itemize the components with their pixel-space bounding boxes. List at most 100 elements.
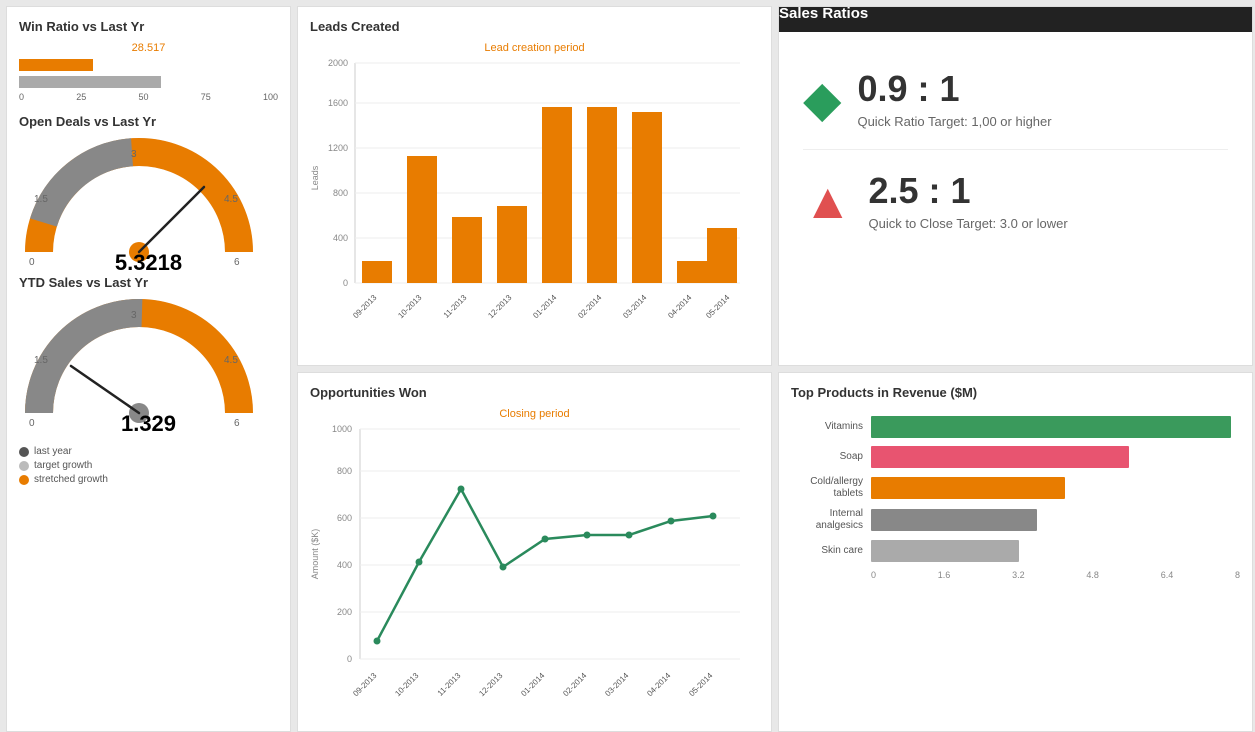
leads-subtitle: Lead creation period — [310, 42, 759, 54]
product-row-internal: Internalanalgesics — [791, 508, 1240, 532]
svg-text:4.5: 4.5 — [224, 194, 238, 205]
bar-1 — [407, 156, 437, 283]
quick-close-ratio-info: 2.5 : 1 Quick to Close Target: 3.0 or lo… — [869, 170, 1068, 231]
svg-text:1200: 1200 — [328, 143, 348, 153]
product-bar-wrap-internal — [871, 509, 1240, 531]
product-row-skincare: Skin care — [791, 540, 1240, 562]
quick-close-ratio-desc: Quick to Close Target: 3.0 or lower — [869, 216, 1068, 231]
svg-text:12-2013: 12-2013 — [486, 293, 514, 321]
svg-text:200: 200 — [337, 607, 352, 617]
svg-text:6: 6 — [234, 418, 240, 428]
svg-text:1.5: 1.5 — [34, 355, 48, 366]
legend-label-target: target growth — [34, 460, 92, 471]
svg-text:05-2014: 05-2014 — [704, 293, 732, 321]
bar-8 — [707, 228, 737, 283]
svg-text:6: 6 — [234, 257, 240, 267]
ytd-sales-section: YTD Sales vs Last Yr 0 — [19, 275, 278, 428]
win-ratio-section: Win Ratio vs Last Yr 28.517 0 25 50 75 1… — [19, 19, 278, 106]
quick-ratio-value: 0.9 : 1 — [857, 68, 1051, 110]
bar-current — [19, 58, 278, 72]
left-panel: Win Ratio vs Last Yr 28.517 0 25 50 75 1… — [6, 6, 291, 732]
product-bar-wrap-soap — [871, 446, 1240, 468]
quick-close-ratio-block: ▲ 2.5 : 1 Quick to Close Target: 3.0 or … — [803, 170, 1228, 251]
svg-text:Leads: Leads — [310, 165, 320, 190]
sales-ratios-header: Sales Ratios — [778, 6, 1253, 32]
svg-text:400: 400 — [337, 560, 352, 570]
legend-dot-stretched — [19, 475, 29, 485]
svg-text:Amount ($K): Amount ($K) — [310, 529, 320, 580]
quick-ratio-info: 0.9 : 1 Quick Ratio Target: 1,00 or high… — [857, 68, 1051, 129]
svg-text:02-2014: 02-2014 — [576, 293, 604, 321]
product-label-cold: Cold/allergytablets — [791, 476, 871, 500]
top-products-chart: Vitamins Soap Cold/allergytablets — [791, 416, 1240, 580]
win-ratio-bars: 0 25 50 75 100 — [19, 58, 278, 102]
legend-label-last-year: last year — [34, 446, 72, 457]
svg-text:0: 0 — [29, 418, 35, 428]
product-bar-wrap-skincare — [871, 540, 1240, 562]
bar-last-fill — [19, 76, 161, 88]
svg-text:01-2014: 01-2014 — [519, 671, 547, 699]
quick-ratio-desc: Quick Ratio Target: 1,00 or higher — [857, 114, 1051, 129]
quick-close-ratio-value: 2.5 : 1 — [869, 170, 1068, 212]
svg-text:10-2013: 10-2013 — [396, 293, 424, 321]
product-label-soap: Soap — [791, 451, 871, 463]
open-deals-gauge-svg: 0 1.5 3 4.5 6 — [19, 137, 259, 267]
products-scale-labels: 0 1.6 3.2 4.8 6.4 8 — [871, 570, 1240, 580]
leads-chart-svg: 0 400 800 1200 1600 2000 Leads — [310, 58, 750, 328]
sales-ratios-content: ◆ 0.9 : 1 Quick Ratio Target: 1,00 or hi… — [779, 48, 1252, 291]
svg-text:09-2013: 09-2013 — [351, 671, 379, 699]
product-row-soap: Soap — [791, 446, 1240, 468]
svg-text:2000: 2000 — [328, 58, 348, 68]
bar-3 — [497, 206, 527, 283]
svg-text:10-2013: 10-2013 — [393, 671, 421, 699]
opportunities-subtitle: Closing period — [310, 408, 759, 420]
svg-text:11-2013: 11-2013 — [442, 293, 469, 320]
leads-created-panel: Leads Created Lead creation period 0 400… — [297, 6, 772, 366]
ytd-sales-gauge: 0 1.5 3 4.5 6 1.329 — [19, 298, 278, 428]
svg-text:1000: 1000 — [332, 424, 352, 434]
svg-text:3: 3 — [131, 149, 137, 160]
svg-text:3: 3 — [131, 310, 137, 321]
svg-text:1600: 1600 — [328, 98, 348, 108]
svg-text:12-2013: 12-2013 — [477, 671, 505, 699]
open-deals-title: Open Deals vs Last Yr — [19, 114, 278, 129]
svg-text:04-2014: 04-2014 — [645, 671, 673, 699]
svg-text:03-2014: 03-2014 — [621, 293, 649, 321]
opportunities-chart-area: 0 200 400 600 800 1000 Amount ($K) — [310, 424, 759, 704]
svg-text:03-2014: 03-2014 — [603, 671, 631, 699]
svg-text:11-2013: 11-2013 — [436, 671, 463, 698]
bar-0 — [362, 261, 392, 283]
bar-5 — [587, 107, 617, 283]
product-row-vitamins: Vitamins — [791, 416, 1240, 438]
bar-last — [19, 75, 278, 89]
svg-text:0: 0 — [343, 278, 348, 288]
sales-ratios-panel: Sales Ratios ◆ 0.9 : 1 Quick Ratio Targe… — [778, 6, 1253, 366]
svg-text:1.5: 1.5 — [34, 194, 48, 205]
bar-2 — [452, 217, 482, 283]
quick-ratio-icon: ◆ — [803, 74, 841, 124]
product-bar-soap — [871, 446, 1129, 468]
svg-text:800: 800 — [333, 188, 348, 198]
svg-text:04-2014: 04-2014 — [666, 293, 694, 321]
legend-last-year: last year — [19, 446, 278, 457]
products-scale: 0 1.6 3.2 4.8 6.4 8 — [791, 570, 1240, 580]
legend-dot-last-year — [19, 447, 29, 457]
product-label-skincare: Skin care — [791, 545, 871, 557]
opportunities-chart-svg: 0 200 400 600 800 1000 Amount ($K) — [310, 424, 750, 704]
legend-label-stretched: stretched growth — [34, 474, 108, 485]
product-bar-cold — [871, 477, 1065, 499]
bar-current-fill — [19, 59, 93, 71]
svg-text:0: 0 — [29, 257, 35, 267]
svg-text:400: 400 — [333, 233, 348, 243]
opportunities-won-panel: Opportunities Won Closing period 0 200 4… — [297, 372, 772, 732]
chart-legend: last year target growth stretched growth — [19, 446, 278, 488]
bar-7 — [677, 261, 707, 283]
svg-text:09-2013: 09-2013 — [351, 293, 379, 321]
win-ratio-value: 28.517 — [19, 42, 278, 54]
product-bar-wrap-vitamins — [871, 416, 1240, 438]
legend-dot-target — [19, 461, 29, 471]
dashboard: Win Ratio vs Last Yr 28.517 0 25 50 75 1… — [0, 0, 1255, 721]
ytd-sales-title: YTD Sales vs Last Yr — [19, 275, 278, 290]
win-ratio-scale: 0 25 50 75 100 — [19, 92, 278, 102]
svg-text:800: 800 — [337, 466, 352, 476]
